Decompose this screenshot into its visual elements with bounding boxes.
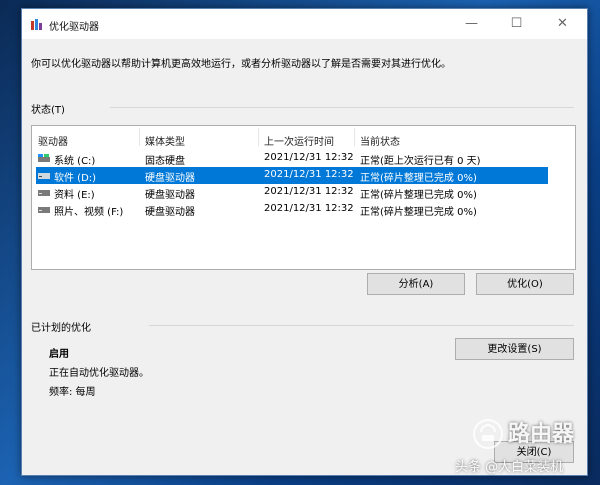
- last-run-time: 2021/12/31 12:32: [264, 186, 354, 197]
- drive-name: 照片、视频 (F:): [54, 207, 124, 218]
- window-title: 优化驱动器: [49, 22, 99, 33]
- drive-row-d[interactable]: 软件 (D:) 硬盘驱动器 2021/12/31 12:32 正常(碎片整理已完…: [36, 167, 548, 184]
- system-drive-icon: [38, 154, 50, 162]
- drive-name: 软件 (D:): [54, 173, 97, 184]
- defrag-app-icon: [31, 19, 42, 30]
- drives-list[interactable]: 驱动器 媒体类型 上一次运行时间 当前状态 系统 (C:) 固态硬盘 2021/…: [31, 125, 576, 270]
- current-status: 正常(碎片整理已完成 0%): [360, 173, 477, 184]
- header-status[interactable]: 当前状态: [360, 133, 400, 148]
- media-type: 固态硬盘: [145, 156, 185, 167]
- watermark-brand: 路由器: [508, 422, 575, 447]
- drive-row-e[interactable]: 资料 (E:) 硬盘驱动器 2021/12/31 12:32 正常(碎片整理已完…: [36, 184, 548, 201]
- drive-name: 资料 (E:): [54, 190, 95, 201]
- hard-drive-icon: [38, 190, 50, 196]
- column-separator: [354, 128, 355, 146]
- optimize-button[interactable]: 优化(O): [476, 273, 574, 295]
- column-separator: [139, 128, 140, 146]
- analyze-button[interactable]: 分析(A): [367, 273, 465, 295]
- status-divider: [110, 107, 574, 108]
- scheduled-group-label: 已计划的优化: [31, 323, 91, 334]
- current-status: 正常(碎片整理已完成 0%): [360, 207, 477, 218]
- title-bar: 优化驱动器 — ☐ ✕: [22, 9, 587, 39]
- header-media-type[interactable]: 媒体类型: [145, 133, 185, 148]
- close-window-button[interactable]: ✕: [540, 9, 585, 39]
- schedule-detail: 正在自动优化驱动器。: [49, 368, 149, 379]
- media-type: 硬盘驱动器: [145, 190, 195, 201]
- last-run-time: 2021/12/31 12:32: [264, 203, 354, 214]
- header-drive[interactable]: 驱动器: [38, 133, 68, 148]
- hard-drive-icon: [38, 173, 50, 179]
- current-status: 正常(距上次运行已有 0 天): [360, 156, 481, 167]
- drive-row-f[interactable]: 照片、视频 (F:) 硬盘驱动器 2021/12/31 12:32 正常(碎片整…: [36, 201, 548, 218]
- schedule-frequency: 频率: 每周: [49, 387, 96, 398]
- schedule-state: 启用: [49, 349, 69, 360]
- last-run-time: 2021/12/31 12:32: [264, 169, 354, 180]
- last-run-time: 2021/12/31 12:32: [264, 152, 354, 163]
- change-settings-button[interactable]: 更改设置(S): [455, 338, 574, 360]
- media-type: 硬盘驱动器: [145, 173, 195, 184]
- scheduled-divider: [149, 325, 574, 326]
- watermark-caption: 头条 @大白菜装机: [455, 460, 564, 475]
- column-separator: [258, 128, 259, 146]
- drive-name: 系统 (C:): [54, 156, 96, 167]
- optimize-drives-window: 优化驱动器 — ☐ ✕ 你可以优化驱动器以帮助计算机更高效地运行，或者分析驱动器…: [21, 8, 588, 476]
- hard-drive-icon: [38, 207, 50, 213]
- media-type: 硬盘驱动器: [145, 207, 195, 218]
- status-group-label: 状态(T): [31, 105, 65, 116]
- drive-row-c[interactable]: 系统 (C:) 固态硬盘 2021/12/31 12:32 正常(距上次运行已有…: [36, 150, 548, 167]
- description-text: 你可以优化驱动器以帮助计算机更高效地运行，或者分析驱动器以了解是否需要对其进行优…: [31, 59, 451, 70]
- router-logo-icon: [473, 419, 503, 449]
- minimize-button[interactable]: —: [449, 9, 494, 39]
- header-last-run[interactable]: 上一次运行时间: [264, 133, 334, 148]
- maximize-button[interactable]: ☐: [494, 9, 539, 39]
- current-status: 正常(碎片整理已完成 0%): [360, 190, 477, 201]
